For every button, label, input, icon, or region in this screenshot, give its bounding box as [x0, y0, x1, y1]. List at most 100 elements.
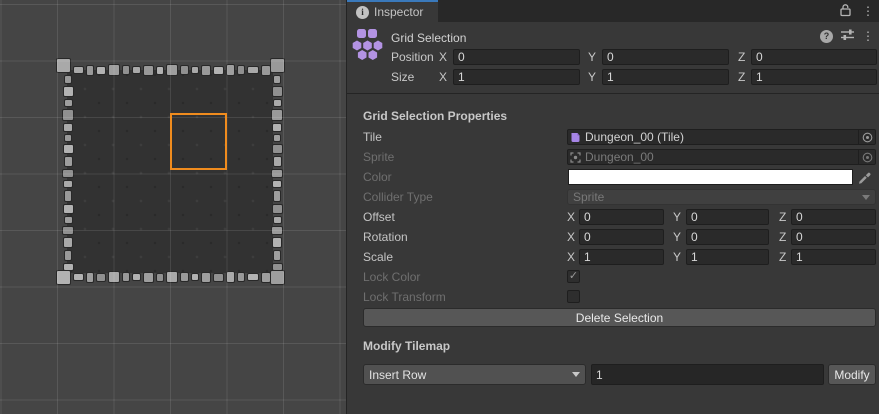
chevron-down-icon: [572, 372, 580, 377]
axis-x-label: X: [439, 50, 447, 64]
wall-tile: [62, 169, 74, 178]
sprite-object-value: Dungeon_00: [585, 150, 858, 164]
sprite-row: Sprite Dungeon_00: [347, 149, 879, 165]
axis-y-label: Y: [588, 50, 596, 64]
presets-icon[interactable]: [840, 28, 855, 44]
info-icon: i: [356, 6, 369, 19]
wall-tile: [272, 263, 283, 271]
axis-y-label: Y: [673, 250, 681, 264]
wall-tile: [73, 66, 84, 74]
size-label: Size: [391, 70, 414, 84]
wall-tile: [86, 272, 94, 283]
wall-tile: [273, 250, 281, 261]
wall-tile: [56, 58, 71, 73]
rotation-z-input[interactable]: [791, 229, 876, 245]
wall-tile: [226, 271, 235, 283]
wall-tile: [191, 66, 199, 74]
tab-inspector[interactable]: i Inspector: [347, 0, 438, 22]
wall-tile: [273, 75, 281, 84]
axis-x-label: X: [567, 230, 575, 244]
lock-color-row: Lock Color ✓: [347, 269, 879, 285]
help-icon[interactable]: ?: [820, 30, 833, 43]
scale-y-input[interactable]: [686, 249, 769, 265]
wall-tile: [271, 109, 283, 121]
wall-tile: [96, 273, 106, 282]
modify-button[interactable]: Modify: [828, 364, 876, 385]
eyedropper-icon: [857, 169, 872, 187]
wall-tile: [143, 65, 154, 76]
wall-tile: [122, 272, 130, 282]
wall-tile: [166, 271, 178, 283]
size-x-input[interactable]: [453, 69, 580, 85]
collider-type-label: Collider Type: [363, 190, 433, 204]
wall-tile: [273, 156, 282, 167]
lock-color-checkbox: ✓: [567, 270, 580, 283]
checkmark-icon: ✓: [568, 271, 579, 282]
offset-z-input[interactable]: [791, 209, 876, 225]
rotation-x-input[interactable]: [579, 229, 664, 245]
component-title: Grid Selection: [391, 31, 466, 45]
axis-z-label: Z: [779, 230, 786, 244]
wall-tile: [201, 65, 211, 76]
scene-view[interactable]: [0, 0, 346, 414]
position-y-input[interactable]: [602, 49, 729, 65]
wall-tile: [272, 123, 282, 132]
wall-tile: [132, 66, 141, 74]
color-label: Color: [363, 170, 392, 184]
size-y-input[interactable]: [602, 69, 729, 85]
position-label: Position: [391, 50, 434, 64]
properties-section-title: Grid Selection Properties: [363, 109, 507, 123]
wall-tile: [63, 123, 73, 132]
wall-tile: [271, 226, 283, 235]
wall-tile: [247, 66, 259, 74]
wall-tile: [56, 270, 71, 285]
grid-selection-rect[interactable]: [170, 113, 227, 170]
wall-tile: [272, 204, 283, 214]
tilemap-room: [56, 58, 285, 285]
collider-type-value: Sprite: [573, 190, 862, 204]
offset-x-input[interactable]: [579, 209, 664, 225]
tile-object-field[interactable]: Dungeon_00 (Tile): [567, 129, 876, 145]
scale-x-input[interactable]: [579, 249, 664, 265]
rotation-label: Rotation: [363, 230, 408, 244]
tilemap-operation-value: Insert Row: [369, 368, 572, 382]
wall-tile: [271, 169, 283, 178]
inspector-tab-bar: i Inspector ⋮: [347, 0, 879, 22]
lock-transform-row: Lock Transform: [347, 289, 879, 305]
wall-tile: [64, 134, 72, 142]
wall-tile: [96, 66, 106, 75]
object-picker-icon[interactable]: [858, 130, 875, 144]
tilemap-count-input[interactable]: [591, 364, 824, 385]
wall-tile: [273, 134, 281, 142]
wall-tile: [63, 204, 74, 214]
wall-tile: [180, 65, 189, 75]
delete-selection-button[interactable]: Delete Selection: [363, 308, 876, 327]
lock-color-label: Lock Color: [363, 270, 420, 284]
scale-label: Scale: [363, 250, 393, 264]
rotation-y-input[interactable]: [686, 229, 769, 245]
wall-tile: [62, 226, 74, 235]
sprite-object-field: Dungeon_00: [567, 149, 876, 165]
axis-x-label: X: [439, 70, 447, 84]
kebab-menu-icon[interactable]: ⋮: [862, 30, 874, 42]
offset-y-input[interactable]: [686, 209, 769, 225]
size-z-input[interactable]: [751, 69, 877, 85]
kebab-menu-icon[interactable]: ⋮: [862, 5, 874, 17]
axis-z-label: Z: [738, 70, 745, 84]
axis-z-label: Z: [738, 50, 745, 64]
wall-tile: [63, 263, 74, 271]
wall-tile: [237, 65, 245, 75]
wall-tile: [270, 58, 285, 73]
axis-z-label: Z: [779, 250, 786, 264]
wall-tile: [108, 64, 120, 76]
unity-editor: { "scene": { "selection_color": "#F08C1E…: [0, 0, 879, 414]
position-z-input[interactable]: [751, 49, 877, 65]
wall-tile: [63, 237, 73, 248]
tile-asset-icon: [570, 132, 581, 143]
position-x-input[interactable]: [453, 49, 580, 65]
wall-tile: [272, 237, 282, 248]
tilemap-operation-dropdown[interactable]: Insert Row: [363, 364, 586, 385]
scale-z-input[interactable]: [791, 249, 876, 265]
lock-open-icon[interactable]: [839, 3, 852, 20]
collider-type-row: Collider Type Sprite: [347, 189, 879, 205]
